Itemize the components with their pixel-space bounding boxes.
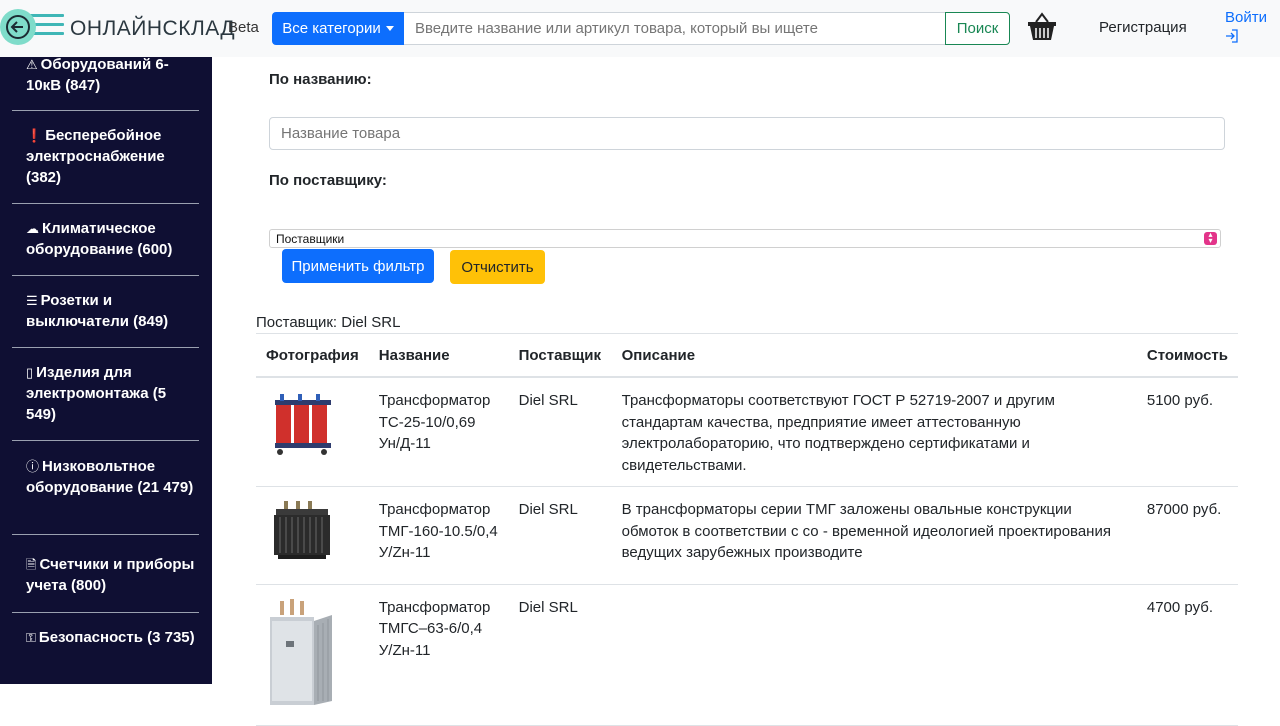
sidebar-item-low-voltage[interactable]: ⓘ Низковольтное оборудование (21 479) [12, 456, 199, 498]
product-name[interactable]: Трансформатор ТМГ-160-10.5/0,4 У/Zн-11 [368, 486, 509, 585]
back-button[interactable] [0, 9, 36, 45]
categories-label: Все категории [282, 20, 381, 37]
sidebar-divider [12, 347, 199, 348]
sidebar-divider [12, 612, 199, 613]
product-photo[interactable] [266, 597, 336, 709]
column-header-photo: Фотография [256, 333, 369, 378]
column-header-description: Описание [611, 333, 1137, 378]
sidebar-item-meters[interactable]: 🗎 Счетчики и приборы учета (800) [12, 554, 199, 596]
table-row[interactable]: Трансформатор ТС-25-10/0,69 Ун/Д-11 Diel… [256, 377, 1238, 487]
top-navbar: ОНЛАЙНСКЛАД Beta Все категории Поиск Рег… [0, 0, 1280, 57]
sidebar-divider [12, 110, 199, 111]
sidebar-item-label: Розетки и выключатели (849) [26, 292, 169, 330]
product-photo[interactable] [266, 390, 336, 458]
product-photo-cell [256, 377, 369, 487]
beta-label: Beta [228, 19, 259, 36]
sidebar-item-label: Безопасность (3 735) [38, 629, 195, 646]
products-table: Фотография Название Поставщик Описание С… [256, 333, 1238, 726]
search-input[interactable] [404, 12, 946, 45]
filter-by-name-label: По названию: [269, 71, 372, 88]
document-icon: 🗎 [26, 557, 37, 572]
product-description [611, 584, 1137, 726]
column-header-price: Стоимость [1136, 333, 1238, 378]
box-icon: ▯ [26, 365, 34, 380]
exclamation-box-icon: ❗ [26, 128, 43, 143]
climate-icon: ☁ [26, 221, 39, 236]
sidebar-item-label: Бесперебойное электроснабжение (382) [26, 127, 165, 186]
product-description: Трансформаторы соответствуют ГОСТ Р 5271… [611, 377, 1137, 487]
sidebar-item-label: Оборудований 6-10кВ (847) [26, 57, 169, 94]
product-price: 4700 руб. [1136, 584, 1238, 726]
table-row[interactable]: Трансформатор ТМГС–63-6/0,4 У/Zн-11 Diel… [256, 584, 1238, 726]
key-icon: ⚿ [26, 630, 36, 645]
brand-name[interactable]: ОНЛАЙНСКЛАД [70, 17, 235, 41]
sidebar-item-label: Счетчики и приборы учета (800) [26, 556, 195, 594]
sidebar-divider [12, 275, 199, 276]
sidebar-item-label: Климатическое оборудование (600) [26, 220, 173, 258]
sidebar-divider [12, 203, 199, 204]
product-price: 87000 руб. [1136, 486, 1238, 585]
arrow-left-icon [6, 15, 30, 39]
login-link[interactable]: Войти [1225, 9, 1267, 43]
product-supplier: Diel SRL [508, 584, 612, 726]
search-button[interactable]: Поиск [945, 12, 1010, 45]
product-name[interactable]: Трансформатор ТС-25-10/0,69 Ун/Д-11 [368, 377, 509, 487]
table-row[interactable]: Трансформатор ТМГ-160-10.5/0,4 У/Zн-11 D… [256, 486, 1238, 585]
filter-by-supplier-label: По поставщику: [269, 172, 387, 189]
supplier-select[interactable]: Поставщики ▴ ▾ [269, 229, 1221, 248]
info-circle-icon: ⓘ [26, 459, 40, 474]
caret-down-icon [385, 26, 394, 31]
sidebar-item-ups[interactable]: ❗ Бесперебойное электроснабжение (382) [12, 125, 199, 188]
product-description: В трансформаторы серии ТМГ заложены овал… [611, 486, 1137, 585]
sidebar-divider [12, 440, 199, 441]
product-name-input[interactable] [269, 117, 1225, 150]
product-photo-cell [256, 486, 369, 585]
sidebar-item-equipment-6-10kv[interactable]: ⚠ Оборудований 6-10кВ (847) [12, 57, 199, 96]
basket-icon[interactable] [1026, 12, 1058, 42]
product-photo[interactable] [266, 499, 336, 567]
product-name[interactable]: Трансформатор ТМГС–63-6/0,4 У/Zн-11 [368, 584, 509, 726]
product-supplier: Diel SRL [508, 377, 612, 487]
product-photo-cell [256, 584, 369, 726]
sidebar-item-sockets[interactable]: ☰ Розетки и выключатели (849) [12, 290, 199, 332]
login-icon [1226, 29, 1238, 43]
socket-icon: ☰ [26, 293, 38, 308]
sidebar-item-climate[interactable]: ☁ Климатическое оборудование (600) [12, 218, 199, 260]
sidebar-item-electrical-installation[interactable]: ▯ Изделия для электромонтажа (5 549) [12, 362, 199, 425]
sidebar-divider [12, 534, 199, 535]
login-label: Войти [1225, 9, 1267, 26]
select-arrows-icon: ▴ ▾ [1204, 231, 1217, 245]
apply-filter-button[interactable]: Применить фильтр [282, 249, 434, 283]
column-header-name: Название [368, 333, 509, 378]
sidebar-item-label: Изделия для электромонтажа (5 549) [26, 364, 167, 423]
supplier-select-value: Поставщики [276, 232, 345, 246]
all-categories-dropdown[interactable]: Все категории [272, 12, 404, 45]
product-price: 5100 руб. [1136, 377, 1238, 487]
sidebar-item-label: Низковольтное оборудование (21 479) [26, 458, 194, 496]
category-sidebar: ⚠ Оборудований 6-10кВ (847) ❗ Бесперебойно… [0, 57, 212, 684]
current-supplier-label: Поставщик: Diel SRL [256, 314, 401, 331]
table-header-row: Фотография Название Поставщик Описание С… [256, 333, 1238, 378]
sidebar-item-security[interactable]: ⚿ Безопасность (3 735) [12, 627, 199, 648]
clear-filter-button[interactable]: Отчистить [450, 250, 545, 284]
column-header-supplier: Поставщик [508, 333, 612, 378]
warning-icon: ⚠ [26, 57, 38, 72]
product-supplier: Diel SRL [508, 486, 612, 585]
register-link[interactable]: Регистрация [1099, 19, 1187, 36]
